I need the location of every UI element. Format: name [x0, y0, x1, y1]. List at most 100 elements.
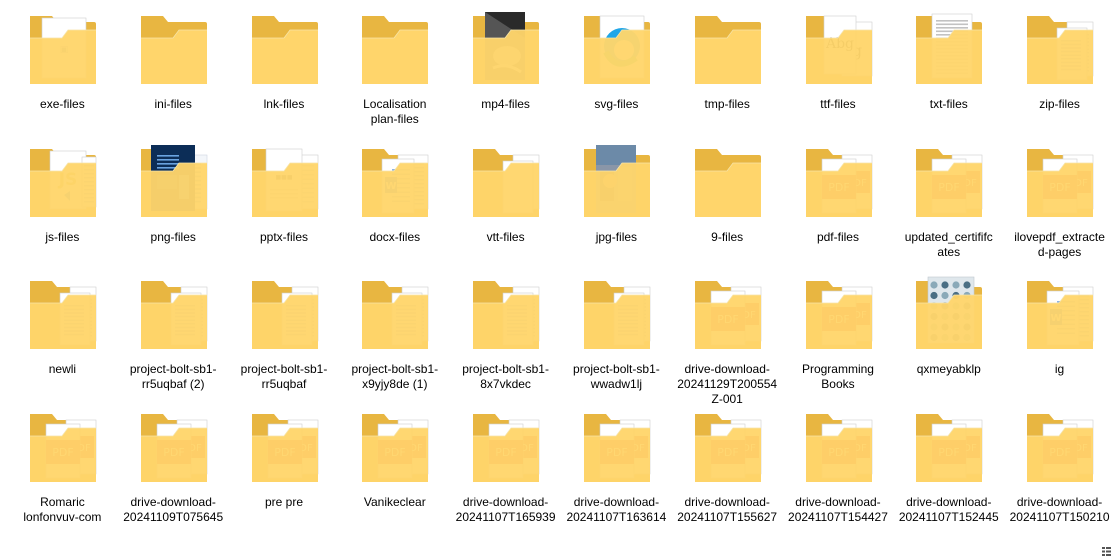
folder-item[interactable]: project-bolt-sb1- rr5uqbaf (2): [118, 273, 229, 406]
folder-grid: ▣ exe-files ini-files lnk-files Localisation…: [7, 8, 1114, 539]
folder-label: project-bolt-sb1- wwadw1lj: [573, 362, 660, 392]
folder-item[interactable]: PDFPDF pdf-files: [783, 141, 894, 274]
folder-icon: [574, 273, 660, 359]
folder-icon: [242, 8, 328, 94]
folder-icon: [131, 141, 217, 227]
folder-item[interactable]: PDFPDFdrive-download- 20241107T150210: [1004, 406, 1114, 539]
folder-item[interactable]: jpg-files: [561, 141, 672, 274]
folder-icon: W: [352, 141, 438, 227]
folder-item[interactable]: tmp-files: [672, 8, 783, 141]
folder-item[interactable]: ▣ exe-files: [7, 8, 118, 141]
folder-item[interactable]: PDFPDFRomaric lonfonvuv-com: [7, 406, 118, 539]
folder-icon: [906, 8, 992, 94]
folder-icon: PDFPDF: [685, 273, 771, 359]
folder-label: drive-download- 20241107T150210: [1009, 495, 1110, 525]
folder-icon: [1017, 8, 1103, 94]
folder-icon: PDFPDF: [796, 406, 882, 492]
folder-item[interactable]: PDFPDFdrive-download- 20241107T165939: [450, 406, 561, 539]
folder-icon: [685, 8, 771, 94]
folder-label: pdf-files: [816, 229, 859, 244]
folder-icon: ▣: [20, 8, 106, 94]
folder-icon: PDFPDF: [574, 406, 660, 492]
folder-item[interactable]: newli: [7, 273, 118, 406]
folder-item[interactable]: PDFPDFProgramming Books: [783, 273, 894, 406]
folder-label: ini-files: [154, 97, 192, 111]
folder-icon: PDFPDF: [20, 406, 106, 492]
folder-label: qxmeyabklp: [916, 362, 981, 377]
folder-item[interactable]: PDFPDFdrive-download- 20241107T152445: [893, 406, 1004, 539]
folder-label: Vanikeclear: [363, 495, 426, 510]
folder-item[interactable]: PDFPDF pre pre: [229, 406, 340, 539]
folder-icon: [463, 8, 549, 94]
folder-icon: [574, 141, 660, 227]
folder-label: Programming Books: [801, 362, 874, 392]
folder-label: drive-download- 20241109T075645: [123, 495, 224, 525]
folder-item[interactable]: PDFPDFdrive-download- 20241107T163614: [561, 406, 672, 539]
folder-item[interactable]: project-bolt-sb1- rr5uqbaf: [229, 273, 340, 406]
folder-item[interactable]: qxmeyabklp: [893, 273, 1004, 406]
folder-label: project-bolt-sb1- x9yjy8de (1): [351, 362, 439, 392]
folder-item[interactable]: lnk-files: [229, 8, 340, 141]
folder-item[interactable]: project-bolt-sb1- 8x7vkdec: [450, 273, 561, 406]
folder-item[interactable]: project-bolt-sb1- wwadw1lj: [561, 273, 672, 406]
folder-label: drive-download- 20241107T155627: [677, 495, 778, 525]
folder-icon: [574, 8, 660, 94]
folder-icon: PDFPDF: [1017, 406, 1103, 492]
folder-item[interactable]: mp4-files: [450, 8, 561, 141]
folder-label: Localisation plan-files: [363, 97, 427, 126]
folder-icon: [352, 273, 438, 359]
folder-item[interactable]: 9-files: [672, 141, 783, 274]
folder-label: project-bolt-sb1- rr5uqbaf (2): [129, 362, 217, 392]
folder-icon: PDFPDF: [352, 406, 438, 492]
folder-icon: [685, 141, 771, 227]
folder-icon: PDFPDF: [796, 141, 882, 227]
folder-item[interactable]: txt-files: [893, 8, 1004, 141]
folder-item[interactable]: Localisation plan-files: [339, 8, 450, 141]
folder-icon: W: [1017, 273, 1103, 359]
folder-label: drive-download- 20241107T152445: [898, 495, 999, 525]
folder-item[interactable]: Wig: [1004, 273, 1114, 406]
folder-item[interactable]: ini-files: [118, 8, 229, 141]
folder-icon: JS: [20, 141, 106, 227]
folder-label: drive-download- 20241107T154427: [788, 495, 888, 525]
folder-item[interactable]: JS js-files: [7, 141, 118, 274]
folder-label: ig: [1054, 362, 1065, 377]
folder-label: png-files: [150, 229, 196, 244]
folder-icon: PDFPDF: [906, 406, 992, 492]
folder-item[interactable]: PDFPDF Vanikeclear: [339, 406, 450, 539]
folder-label: txt-files: [929, 97, 968, 111]
folder-icon: PDFPDF: [131, 406, 217, 492]
folder-item[interactable]: PDFPDFdrive-download- 20241129T200554 Z-…: [672, 273, 783, 406]
folder-item[interactable]: gAbg ttf-files: [783, 8, 894, 141]
folder-label: pre pre: [264, 495, 303, 510]
folder-item[interactable]: PDFPDFdrive-download- 20241109T075645: [118, 406, 229, 539]
folder-label: updated_certififc ates: [904, 229, 993, 259]
folder-label: 9-files: [711, 229, 744, 244]
folder-item[interactable]: ■■■ pptx-files: [229, 141, 340, 274]
folder-item[interactable]: png-files: [118, 141, 229, 274]
folder-label: vtt-files: [486, 229, 525, 244]
folder-item[interactable]: Wdocx-files: [339, 141, 450, 274]
folder-label: tmp-files: [704, 97, 750, 111]
folder-icon: [20, 273, 106, 359]
folder-icon: [242, 273, 328, 359]
folder-label: newli: [48, 362, 77, 377]
folder-label: ilovepdf_extracte d-pages: [1014, 229, 1105, 259]
folder-item[interactable]: PDFPDFilovepdf_extracte d-pages: [1004, 141, 1114, 274]
folder-item[interactable]: svg-files: [561, 8, 672, 141]
folder-label: jpg-files: [595, 229, 638, 244]
folder-icon: PDFPDF: [685, 406, 771, 492]
folder-item[interactable]: vtt-files: [450, 141, 561, 274]
folder-item[interactable]: PDFPDFdrive-download- 20241107T154427: [783, 406, 894, 539]
folder-icon: PDFPDF: [1017, 141, 1103, 227]
folder-item[interactable]: PDFPDFupdated_certififc ates: [893, 141, 1004, 274]
folder-label: project-bolt-sb1- 8x7vkdec: [462, 362, 549, 392]
folder-item[interactable]: zip-files: [1004, 8, 1114, 141]
view-toggle-icon[interactable]: [1101, 546, 1112, 557]
folder-icon: [131, 8, 217, 94]
folder-label: pptx-files: [259, 229, 308, 244]
folder-item[interactable]: project-bolt-sb1- x9yjy8de (1): [339, 273, 450, 406]
folder-label: svg-files: [594, 97, 639, 111]
folder-icon: gAbg: [796, 8, 882, 94]
folder-item[interactable]: PDFPDFdrive-download- 20241107T155627: [672, 406, 783, 539]
